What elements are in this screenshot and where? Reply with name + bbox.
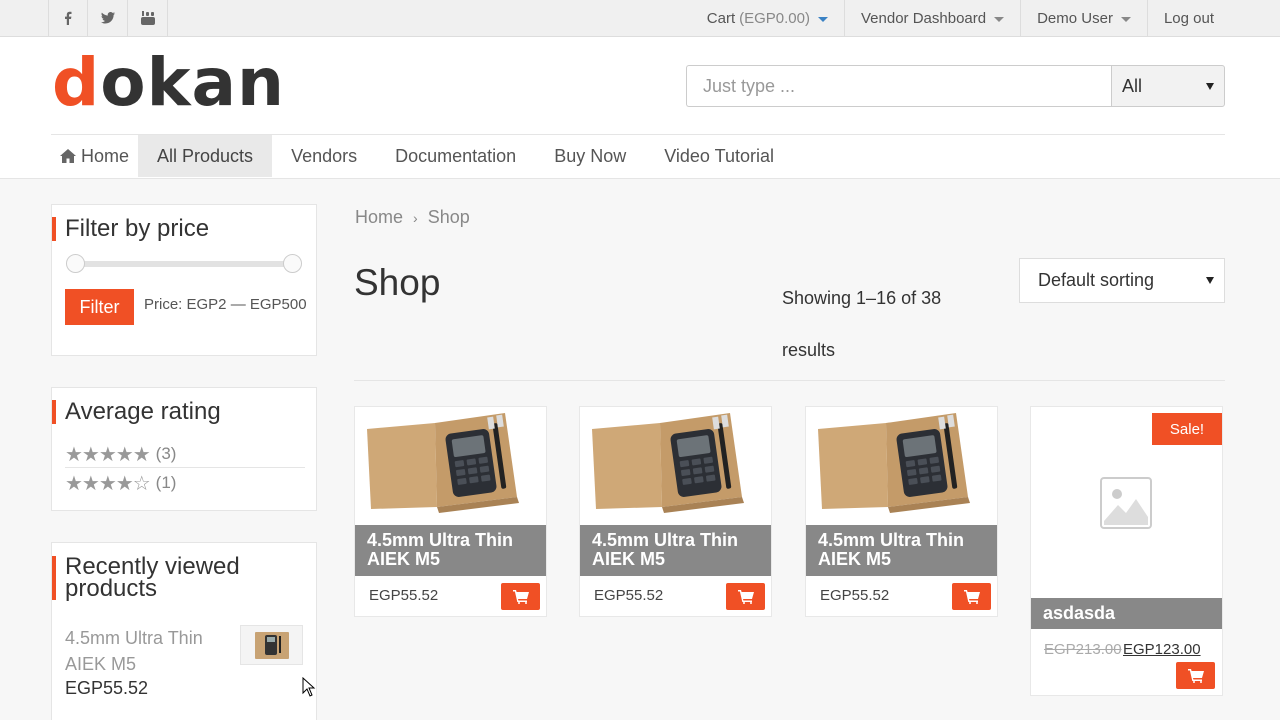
add-to-cart-button[interactable] (726, 583, 765, 610)
chevron-down-icon (818, 16, 828, 22)
logout-link[interactable]: Log out (1146, 0, 1230, 36)
site-header: dokan All Home All Products Vendors Docu… (0, 37, 1280, 179)
user-name: Demo User (1037, 9, 1113, 27)
product-card[interactable]: 4.5mm Ultra Thin AIEK M5 EGP55.52 (805, 406, 998, 617)
product-sale-price: EGP123.00 (1123, 641, 1201, 658)
recently-viewed-title-line2: products (65, 575, 158, 602)
breadcrumb-home[interactable]: Home (355, 207, 403, 228)
page-title: Shop (354, 262, 441, 303)
mouse-cursor-icon (302, 677, 316, 697)
product-image[interactable] (355, 407, 546, 526)
cart-label: Cart (706, 9, 736, 27)
search-category-value: All (1122, 75, 1143, 96)
phone-product-icon (367, 413, 519, 513)
triangle-down-icon (1206, 277, 1214, 284)
rating-filter-5-stars[interactable]: ★★★★★ (3) (65, 440, 305, 468)
nav-home-label: Home (81, 145, 130, 166)
phone-product-icon (592, 413, 744, 513)
product-old-price: EGP213.00 (1044, 641, 1122, 658)
triangle-down-icon (1206, 82, 1214, 90)
phone-product-icon (818, 413, 970, 513)
cart-icon (963, 589, 980, 604)
rating-count: (1) (155, 473, 177, 492)
rating-count: (3) (155, 443, 177, 463)
twitter-icon[interactable] (88, 0, 128, 36)
product-title[interactable]: 4.5mm Ultra Thin AIEK M5 (806, 525, 997, 576)
sale-badge: Sale! (1152, 413, 1222, 445)
price-filter-title: Filter by price (52, 217, 209, 241)
vendor-dashboard-label: Vendor Dashboard (861, 9, 987, 27)
product-price: EGP55.52 (369, 587, 439, 604)
sorting-select[interactable]: Default sorting (1019, 258, 1225, 303)
home-icon (60, 149, 76, 163)
product-price: EGP55.52 (820, 587, 890, 604)
product-image[interactable] (806, 407, 997, 526)
price-filter-widget: Filter by price Filter Price: EGP2 — EGP… (51, 204, 317, 356)
cart-amount: (EGP0.00) (739, 9, 810, 27)
price-slider-min-handle[interactable] (66, 254, 85, 273)
main-navigation: Home All Products Vendors Documentation … (51, 134, 1225, 178)
nav-documentation[interactable]: Documentation (376, 135, 535, 177)
price-slider[interactable] (66, 253, 302, 273)
filter-button[interactable]: Filter (65, 289, 134, 325)
social-links (48, 0, 168, 36)
nav-buy-now[interactable]: Buy Now (535, 135, 645, 177)
rating-filter-widget: Average rating ★★★★★ (3) ★★★★☆ (1) (51, 387, 317, 511)
results-count: Showing 1–16 of 38 results (782, 288, 942, 360)
add-to-cart-button[interactable] (1176, 662, 1215, 689)
price-slider-track (74, 261, 294, 267)
logo-rest: okan (100, 44, 286, 121)
nav-video-tutorial[interactable]: Video Tutorial (645, 135, 793, 177)
product-title[interactable]: 4.5mm Ultra Thin AIEK M5 (355, 525, 546, 576)
phone-product-icon (255, 632, 289, 659)
chevron-right-icon: › (413, 209, 418, 226)
image-placeholder-icon (1100, 477, 1152, 529)
nav-vendors[interactable]: Vendors (272, 135, 376, 177)
cart-icon (737, 589, 754, 604)
search-category-select[interactable]: All (1111, 65, 1225, 107)
product-card-sale[interactable]: Sale! asdasda EGP213.00 EGP123.00 (1030, 406, 1223, 696)
nav-all-products[interactable]: All Products (138, 135, 273, 177)
site-logo[interactable]: dokan (52, 47, 285, 119)
recently-viewed-title: Recently viewed products (52, 555, 240, 602)
price-slider-max-handle[interactable] (283, 254, 302, 273)
sorting-value: Default sorting (1038, 270, 1155, 290)
top-bar: Cart (EGP0.00) Vendor Dashboard Demo Use… (0, 0, 1280, 37)
product-price: EGP55.52 (594, 587, 664, 604)
search-form: All (686, 65, 1225, 107)
rating-filter-title: Average rating (52, 400, 221, 424)
recently-viewed-widget: Recently viewed products 4.5mm Ultra Thi… (51, 542, 317, 720)
nav-home[interactable]: Home (51, 135, 138, 177)
cart-icon (1187, 668, 1204, 683)
recent-product-link[interactable]: 4.5mm Ultra Thin AIEK M5 (65, 625, 230, 677)
rating-filter-4-stars[interactable]: ★★★★☆ (1) (65, 469, 305, 497)
search-input[interactable] (686, 65, 1111, 107)
product-card[interactable]: 4.5mm Ultra Thin AIEK M5 EGP55.52 (579, 406, 772, 617)
facebook-icon[interactable] (48, 0, 88, 36)
user-menu[interactable]: Demo User (1020, 0, 1147, 36)
cart-icon (512, 589, 529, 604)
star-rating-icon: ★★★★★ (65, 441, 151, 466)
breadcrumb-current: Shop (427, 207, 470, 227)
chevron-down-icon (1120, 16, 1131, 22)
chevron-down-icon (994, 16, 1005, 22)
youtube-icon[interactable] (128, 0, 168, 36)
product-title[interactable]: 4.5mm Ultra Thin AIEK M5 (580, 525, 771, 576)
product-title[interactable]: asdasda (1031, 598, 1222, 629)
logo-first-letter: d (52, 44, 101, 121)
product-card[interactable]: 4.5mm Ultra Thin AIEK M5 EGP55.52 (354, 406, 547, 617)
add-to-cart-button[interactable] (952, 583, 991, 610)
recent-product-price: EGP55.52 (65, 678, 149, 698)
breadcrumb: Home › Shop (355, 207, 470, 228)
star-rating-icon: ★★★★☆ (65, 471, 151, 495)
add-to-cart-button[interactable] (501, 583, 540, 610)
top-navigation: Cart (EGP0.00) Vendor Dashboard Demo Use… (691, 0, 1230, 36)
product-image[interactable] (580, 407, 771, 526)
vendor-dashboard-menu[interactable]: Vendor Dashboard (844, 0, 1020, 36)
cart-menu[interactable]: Cart (EGP0.00) (691, 0, 844, 36)
recent-product-thumbnail[interactable] (240, 625, 303, 665)
divider (354, 380, 1225, 381)
price-range-label: Price: EGP2 — EGP500 (144, 296, 307, 313)
